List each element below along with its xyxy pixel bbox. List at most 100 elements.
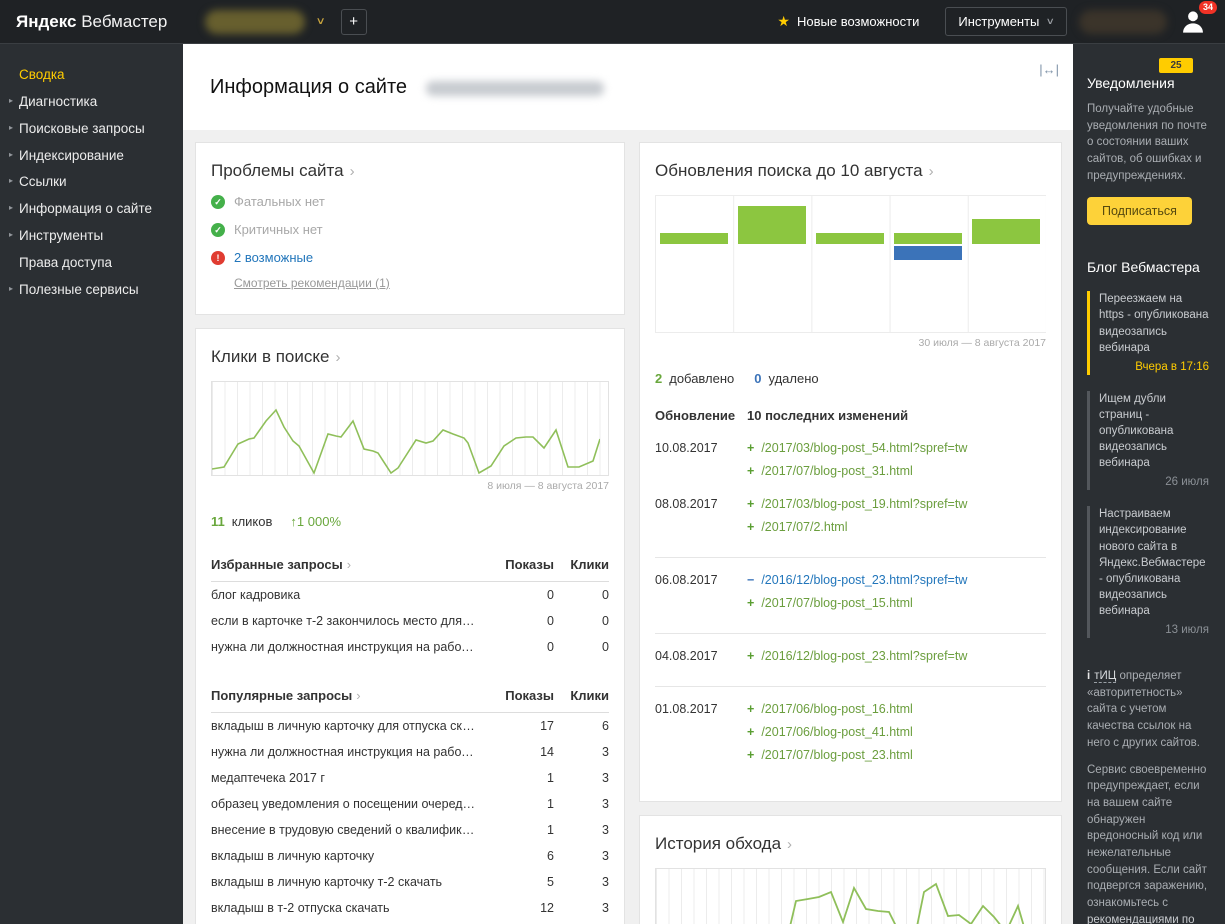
right-sidebar: 25 Уведомления Получайте удобные уведомл… [1073,44,1225,924]
malware-paragraph: Сервис своевременно предупреждает, если … [1087,762,1209,924]
card-title: Обновления поиска до 10 августа› [655,161,1046,181]
sidebar-item-diagnostics[interactable]: ▸Диагностика [0,89,183,116]
left-sidebar: Сводка ▸Диагностика ▸Поисковые запросы ▸… [0,44,183,924]
sidebar-item-useful-services[interactable]: ▸Полезные сервисы [0,277,183,304]
table-row: нужна ли должностная инструкция на рабоч… [211,739,609,765]
right-arrow-icon: ▸ [9,285,13,294]
plus-icon: + [747,497,754,511]
tools-label: Инструменты [958,14,1039,29]
page-link[interactable]: /2017/03/blog-post_19.html?spref=tw [761,497,967,511]
page-link[interactable]: /2017/03/blog-post_54.html?spref=tw [761,441,967,455]
sidebar-item-search-queries[interactable]: ▸Поисковые запросы [0,116,183,143]
blurred-site-url [426,81,604,96]
plus-icon: + [747,702,754,716]
favorites-title[interactable]: Избранные запросы [211,557,343,572]
update-group: 10.08.2017 +/2017/03/blog-post_54.html?s… [655,441,1046,487]
page-link[interactable]: /2017/07/blog-post_23.html [761,748,913,762]
possible-problems-link[interactable]: 2 возможные [234,250,313,265]
main-content: Информация о сайте |↔| Проблемы сайта› ✓… [183,44,1073,924]
right-arrow-icon: ▸ [9,151,13,160]
page-link[interactable]: /2016/12/blog-post_23.html?spref=tw [761,649,967,663]
card-title: История обхода› [655,834,1046,854]
page-link[interactable]: /2017/07/blog-post_15.html [761,596,913,610]
tools-dropdown[interactable]: Инструменты ∨ [945,7,1067,36]
search-updates-card: Обновления поиска до 10 августа› 30 июля [639,142,1062,802]
blurred-username[interactable] [1079,10,1167,34]
sidebar-item-access-rights[interactable]: Права доступа [0,250,183,277]
added-count: 2 [655,371,662,386]
problem-row-critical: ✓ Критичных нет [211,222,609,237]
sidebar-item-summary[interactable]: Сводка [0,62,183,89]
chevron-right-icon[interactable]: › [347,557,351,572]
expand-width-icon[interactable]: |↔| [1039,62,1059,77]
blog-post-time: 26 июля [1099,474,1209,490]
chevron-down-icon: ∨ [316,16,326,27]
table-header: Избранные запросы› Показы Клики [211,557,609,582]
blog-post-link[interactable]: Настраиваем индексирование нового сайта … [1087,506,1209,638]
update-group: 01.08.2017 +/2017/06/blog-post_16.html +… [655,686,1046,771]
add-site-button[interactable]: + [341,9,367,35]
page-link[interactable]: /2017/06/blog-post_41.html [761,725,913,739]
table-row: вкладыш в личную карточку63 [211,843,609,869]
popular-title[interactable]: Популярные запросы [211,688,352,703]
sidebar-item-tools[interactable]: ▸Инструменты [0,223,183,250]
plus-icon: + [747,520,754,534]
chevron-right-icon[interactable]: › [350,163,355,180]
new-features-link[interactable]: ★ Новые возможности [777,13,919,30]
site-selector-dropdown[interactable]: ∨ [205,10,324,34]
crawl-chart-lines [656,869,1047,924]
crawl-history-card: История обхода› 11 июля — 10 августа 201… [639,815,1062,924]
blog-post-time: Вчера в 17:16 [1099,359,1209,375]
tic-term-link[interactable]: тИЦ [1094,670,1116,683]
notifications-title: Уведомления [1087,75,1209,91]
table-header: Популярные запросы› Показы Клики [211,688,609,713]
blog-post-link[interactable]: Ищем дубли страниц - опубликована видеоз… [1087,391,1209,491]
info-icon: i [1087,670,1090,682]
subscribe-button[interactable]: Подписаться [1087,197,1192,225]
blog-post-time: 13 июля [1099,622,1209,638]
page-link[interactable]: /2017/07/blog-post_31.html [761,464,913,478]
logo-product: Вебмастер [81,12,167,31]
crawl-line-chart[interactable] [655,868,1046,924]
plus-icon: + [747,649,754,663]
logo-brand: Яндекс [16,12,76,31]
minus-icon: − [747,573,754,587]
page-link[interactable]: /2017/07/2.html [761,520,847,534]
user-avatar[interactable]: 34 [1179,7,1209,37]
sidebar-item-site-info[interactable]: ▸Информация о сайте [0,196,183,223]
sidebar-item-links[interactable]: ▸Ссылки [0,169,183,196]
tic-paragraph: iтИЦ определяет «авторитетность» сайта с… [1087,668,1209,751]
updates-bar-chart[interactable] [655,195,1046,333]
problem-row-fatal: ✓ Фатальных нет [211,194,609,209]
plus-icon: + [747,596,754,610]
topbar: Яндекс Вебмастер ∨ + ★ Новые возможности… [0,0,1225,44]
update-group: 04.08.2017 +/2016/12/blog-post_23.html?s… [655,633,1046,672]
chart-date-range: 8 июля — 8 августа 2017 [211,480,609,492]
app-logo[interactable]: Яндекс Вебмастер [16,12,167,32]
star-icon: ★ [777,13,790,30]
update-group: 06.08.2017 −/2016/12/blog-post_23.html?s… [655,557,1046,619]
chevron-right-icon[interactable]: › [356,688,360,703]
chevron-right-icon[interactable]: › [335,349,340,366]
updates-bars [655,196,1046,334]
chevron-right-icon[interactable]: › [787,836,792,853]
malware-recommendations-link[interactable]: рекомендациями по поиску и устранению вр… [1087,914,1199,924]
table-row: блог кадровика00 [211,582,609,608]
notifications-badge: 25 [1159,58,1193,73]
sidebar-item-indexing[interactable]: ▸Индексирование [0,143,183,170]
recommendations-link[interactable]: Смотреть рекомендации (1) [234,276,390,290]
clicks-chart-line [212,382,600,475]
chevron-down-icon: ∨ [1046,16,1055,27]
notifications-text: Получайте удобные уведомления по почте о… [1087,101,1209,184]
table-row: образец уведомления о посещении очередно… [211,791,609,817]
check-icon: ✓ [211,195,225,209]
clicks-line-chart[interactable] [211,381,609,476]
blog-post-link[interactable]: Переезжаем на https - опубликована видео… [1087,291,1209,374]
table-row: вкладыш в т-2 отпуска скачать123 [211,895,609,921]
clicks-summary: 11 кликов ↑1 000% [211,514,609,529]
page-link[interactable]: /2017/06/blog-post_16.html [761,702,913,716]
table-row: внесение в трудовую сведений о квалифика… [211,817,609,843]
chevron-right-icon[interactable]: › [929,163,934,180]
page-link[interactable]: /2016/12/blog-post_23.html?spref=tw [761,573,967,587]
plus-icon: + [747,441,754,455]
